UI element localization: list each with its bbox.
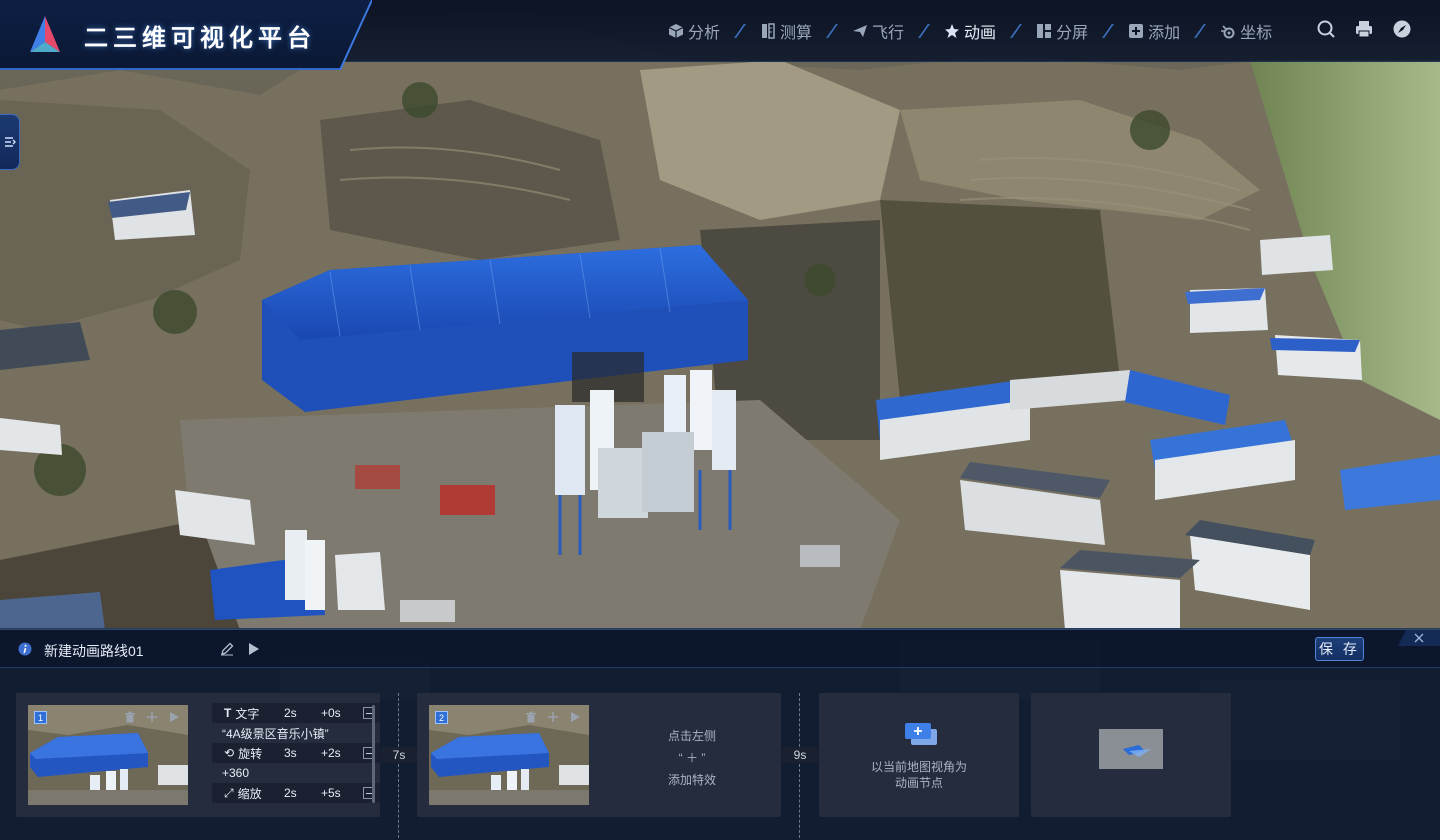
nav-divider — [1194, 24, 1206, 38]
nav-divider — [1102, 24, 1114, 38]
node-thumbnail[interactable]: 2 — [429, 705, 589, 805]
nav-label: 飞行 — [872, 25, 905, 42]
node-gap-2: 9s — [782, 693, 818, 840]
effect-offset: +2s — [321, 746, 341, 760]
hint-line: 点击左侧 — [667, 729, 716, 743]
nav-label: 添加 — [1148, 25, 1181, 42]
gap-duration[interactable]: 9s — [782, 747, 818, 763]
nav-fly[interactable]: 飞行 — [852, 19, 904, 43]
route-name: 新建动画路线01 — [44, 643, 144, 659]
nav-divider — [734, 24, 746, 38]
add-node-text-line: 以当前地图视角为 — [870, 760, 967, 774]
nav-coordinate[interactable]: 坐标 — [1220, 19, 1272, 43]
close-panel-button[interactable] — [1398, 630, 1440, 646]
hint-line: “ ＋ ” — [678, 751, 706, 765]
play-node-icon[interactable] — [569, 711, 581, 723]
placeholder-node[interactable] — [1031, 693, 1231, 817]
effect-label: 缩放 — [237, 786, 262, 801]
effect-name: ⤢ 缩放 — [224, 785, 262, 802]
sidebar-toggle[interactable] — [0, 114, 20, 170]
effect-duration: 2s — [284, 706, 297, 720]
effect-row-rotate[interactable]: ⟲ 旋转 3s +2s — [212, 743, 380, 763]
main-nav: 分析 测算 飞行 动画 分屏 添加 坐标 — [668, 18, 1272, 44]
effect-value[interactable]: +360 — [212, 763, 380, 783]
nav-label: 动画 — [964, 25, 997, 42]
trash-icon[interactable] — [525, 711, 537, 723]
info-icon — [18, 642, 32, 656]
nav-label: 分屏 — [1056, 25, 1089, 42]
split-screen-icon — [1037, 24, 1052, 38]
paper-plane-icon — [853, 25, 868, 37]
nav-analysis[interactable]: 分析 — [668, 19, 720, 43]
effect-offset: +5s — [321, 786, 341, 800]
nav-label: 测算 — [780, 25, 813, 42]
nav-divider — [826, 24, 838, 38]
animation-panel: 新建动画路线01 保 存 1 T 文字 2s +0s “4A级景区音乐小镇” ⟲… — [0, 629, 1440, 840]
gap-dashed-line — [799, 693, 800, 840]
hint-line: 添加特效 — [667, 773, 716, 787]
nav-divider — [918, 24, 930, 38]
plus-square-icon — [1129, 24, 1144, 38]
add-node-from-view-button[interactable]: 以当前地图视角为 动画节点 — [819, 693, 1019, 817]
text-icon: T — [224, 706, 232, 720]
save-button[interactable]: 保 存 — [1315, 637, 1364, 661]
node-tools — [525, 711, 581, 723]
nav-divider — [1010, 24, 1022, 38]
gap-dashed-line — [398, 693, 399, 840]
effect-value[interactable]: “4A级景区音乐小镇” — [212, 723, 380, 743]
nav-animation[interactable]: 动画 — [944, 19, 996, 43]
print-icon[interactable] — [1354, 19, 1374, 39]
nav-measure[interactable]: 测算 — [760, 19, 812, 43]
menu-collapse-icon — [4, 137, 16, 147]
effect-offset: +0s — [321, 706, 341, 720]
add-effect-icon[interactable] — [547, 711, 559, 723]
nav-label: 分析 — [688, 25, 721, 42]
animation-node-2[interactable]: 2 点击左侧 “ ＋ ” 添加特效 — [417, 693, 781, 817]
effect-duration: 3s — [284, 746, 297, 760]
node-tools — [124, 711, 180, 723]
add-node-text-line: 动画节点 — [894, 776, 943, 790]
coordinate-icon — [1221, 25, 1235, 39]
effect-label: 文字 — [235, 706, 260, 721]
star-icon — [945, 24, 960, 38]
close-icon — [1414, 633, 1424, 643]
effect-row-zoom[interactable]: ⤢ 缩放 2s +5s — [212, 783, 380, 803]
zoom-icon: ⤢ — [224, 785, 234, 800]
effect-label: 旋转 — [238, 746, 263, 761]
rotate-icon: ⟲ — [224, 746, 235, 760]
compass-icon[interactable] — [1392, 19, 1412, 39]
node-thumbnail[interactable]: 1 — [28, 705, 188, 805]
effect-scrollbar[interactable] — [372, 705, 375, 803]
add-layer-icon — [905, 723, 937, 745]
nav-label: 坐标 — [1240, 25, 1273, 42]
add-effect-hint: 点击左侧 “ ＋ ” 添加特效 — [637, 725, 747, 791]
trash-icon[interactable] — [124, 711, 136, 723]
effect-name: T 文字 — [224, 705, 259, 722]
node-index-badge: 2 — [435, 711, 448, 724]
search-icon[interactable] — [1316, 19, 1336, 39]
edit-icon[interactable] — [220, 642, 234, 656]
cube-icon — [668, 24, 684, 38]
effect-list: T 文字 2s +0s “4A级景区音乐小镇” ⟲ 旋转 3s +2s +360 ⤢… — [212, 703, 380, 803]
panel-header: 新建动画路线01 保 存 — [0, 630, 1440, 668]
nav-add[interactable]: 添加 — [1128, 19, 1180, 43]
effect-name: ⟲ 旋转 — [224, 745, 262, 762]
header-tools — [1316, 19, 1412, 39]
play-icon[interactable] — [248, 642, 260, 656]
top-bar: 二三维可视化平台 分析 测算 飞行 动画 分屏 添加 坐标 — [0, 0, 1440, 70]
effect-row-text[interactable]: T 文字 2s +0s — [212, 703, 380, 723]
node-index-badge: 1 — [34, 711, 47, 724]
play-node-icon[interactable] — [168, 711, 180, 723]
add-effect-icon[interactable] — [146, 711, 158, 723]
animation-node-1[interactable]: 1 T 文字 2s +0s “4A级景区音乐小镇” ⟲ 旋转 3s +2s +360 — [16, 693, 380, 817]
placeholder-thumbnail — [1099, 729, 1163, 769]
nav-split-screen[interactable]: 分屏 — [1036, 19, 1088, 43]
gap-duration[interactable]: 7s — [381, 747, 417, 763]
add-node-text: 以当前地图视角为 动画节点 — [819, 759, 1019, 791]
logo-icon — [30, 16, 60, 52]
ruler-icon — [762, 23, 775, 39]
node-gap-1: 7s — [381, 693, 417, 840]
effect-duration: 2s — [284, 786, 297, 800]
app-title: 二三维可视化平台 — [84, 24, 316, 52]
